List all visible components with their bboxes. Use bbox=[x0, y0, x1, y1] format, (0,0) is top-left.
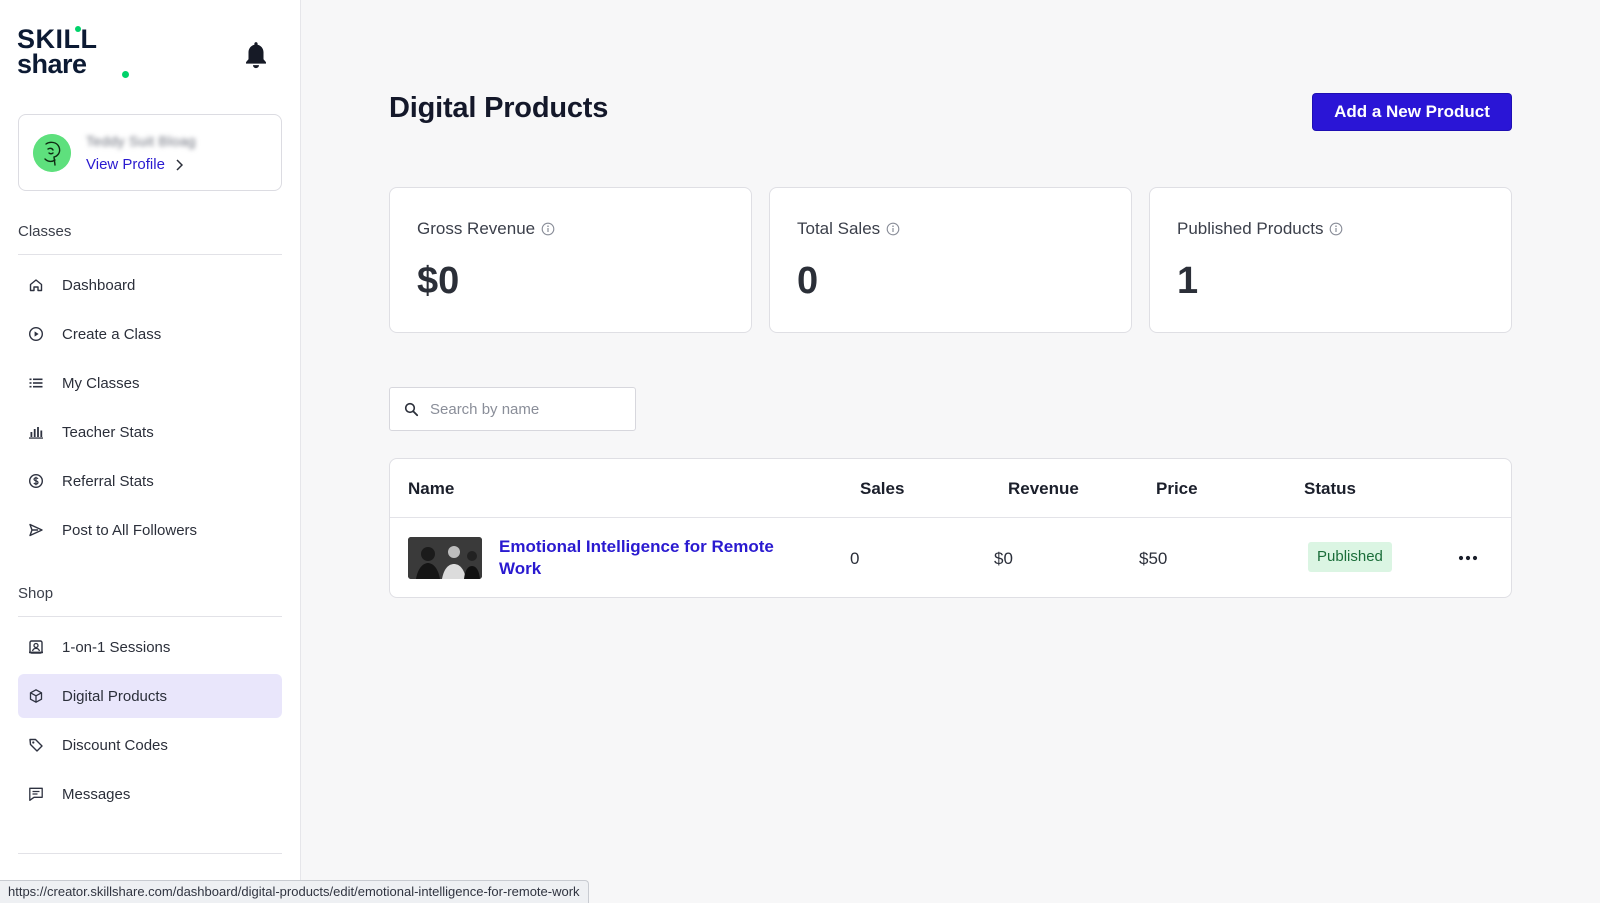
sidebar-item-post-to-followers[interactable]: Post to All Followers bbox=[18, 508, 282, 552]
sidebar-item-discount-codes[interactable]: Discount Codes bbox=[18, 723, 282, 767]
search-input[interactable] bbox=[430, 400, 620, 418]
sidebar-item-label: Dashboard bbox=[62, 276, 136, 294]
logo-accent-dot bbox=[75, 26, 81, 32]
message-icon bbox=[27, 785, 45, 803]
bar-chart-icon bbox=[27, 423, 45, 441]
sidebar-item-label: Digital Products bbox=[62, 687, 168, 705]
view-profile-label: View Profile bbox=[86, 156, 165, 173]
search-box[interactable] bbox=[389, 387, 636, 431]
sidebar-item-messages[interactable]: Messages bbox=[18, 772, 282, 816]
dollar-circle-icon bbox=[27, 472, 45, 490]
stat-card-published-products: Published Products 1 bbox=[1149, 187, 1512, 333]
product-thumbnail[interactable] bbox=[408, 537, 482, 579]
sidebar-item-label: Messages bbox=[62, 785, 131, 803]
sidebar-item-label: Create a Class bbox=[62, 325, 162, 343]
sidebar-item-label: My Classes bbox=[62, 374, 140, 392]
sidebar-item-my-classes[interactable]: My Classes bbox=[18, 361, 282, 405]
notifications-bell-icon[interactable] bbox=[243, 40, 271, 72]
sidebar-item-label: Post to All Followers bbox=[62, 521, 198, 539]
sidebar-item-create-class[interactable]: Create a Class bbox=[18, 312, 282, 356]
stat-card-total-sales: Total Sales 0 bbox=[769, 187, 1132, 333]
stat-label: Published Products bbox=[1177, 219, 1324, 238]
sidebar-item-digital-products[interactable]: Digital Products bbox=[18, 674, 282, 718]
section-divider bbox=[18, 616, 282, 617]
info-icon[interactable] bbox=[541, 222, 555, 236]
profile-name: Teddy Suit Bloag bbox=[86, 133, 196, 149]
add-new-product-button[interactable]: Add a New Product bbox=[1313, 94, 1511, 130]
send-icon bbox=[27, 521, 45, 539]
stat-card-gross-revenue: Gross Revenue $0 bbox=[389, 187, 752, 333]
column-header-revenue[interactable]: Revenue bbox=[1008, 479, 1079, 499]
avatar[interactable] bbox=[33, 134, 71, 172]
cell-sales: 0 bbox=[850, 549, 860, 568]
search-icon bbox=[404, 402, 419, 416]
product-title-link[interactable]: Emotional Intelligence for Remote Work bbox=[499, 536, 809, 580]
tag-icon bbox=[27, 736, 45, 754]
products-table: Name Sales Revenue Price Status Emotiona… bbox=[389, 458, 1512, 598]
stat-value: 0 bbox=[797, 260, 819, 302]
status-bar-url: https://creator.skillshare.com/dashboard… bbox=[0, 880, 589, 903]
chevron-right-icon bbox=[176, 158, 183, 171]
play-circle-icon bbox=[27, 325, 45, 343]
section-divider bbox=[18, 853, 282, 854]
more-options-icon[interactable] bbox=[1456, 546, 1480, 570]
stat-value: $0 bbox=[417, 260, 460, 302]
list-icon bbox=[27, 374, 45, 392]
sidebar-item-label: 1-on-1 Sessions bbox=[62, 638, 171, 656]
box-icon bbox=[27, 687, 45, 705]
column-header-status[interactable]: Status bbox=[1304, 479, 1356, 499]
cell-price: $50 bbox=[1139, 549, 1168, 568]
sidebar-item-dashboard[interactable]: Dashboard bbox=[18, 263, 282, 307]
column-header-name[interactable]: Name bbox=[408, 479, 454, 499]
main-content: Digital Products Add a New Product Gross… bbox=[302, 0, 1600, 903]
page-title: Digital Products bbox=[389, 92, 609, 124]
skillshare-logo[interactable]: SKILL share bbox=[17, 26, 129, 83]
stat-value: 1 bbox=[1177, 260, 1199, 302]
stat-label: Gross Revenue bbox=[417, 219, 536, 238]
table-row[interactable]: Emotional Intelligence for Remote Work 0… bbox=[390, 518, 1511, 597]
person-card-icon bbox=[27, 638, 45, 656]
column-header-sales[interactable]: Sales bbox=[860, 479, 904, 499]
cell-revenue: $0 bbox=[994, 549, 1013, 568]
sidebar-item-referral-stats[interactable]: Referral Stats bbox=[18, 459, 282, 503]
sidebar-item-1on1-sessions[interactable]: 1-on-1 Sessions bbox=[18, 625, 282, 669]
view-profile-link[interactable]: View Profile bbox=[86, 156, 183, 173]
logo-period-dot bbox=[122, 71, 129, 78]
logo-text-bottom: share bbox=[17, 49, 87, 79]
sidebar-item-label: Referral Stats bbox=[62, 472, 154, 490]
sidebar-item-label: Teacher Stats bbox=[62, 423, 154, 441]
status-badge: Published bbox=[1308, 542, 1392, 572]
table-header: Name Sales Revenue Price Status bbox=[390, 459, 1511, 518]
sidebar: SKILL share Teddy Suit Bloag View Profil… bbox=[0, 0, 301, 903]
section-label-shop: Shop bbox=[18, 585, 54, 602]
section-label-classes: Classes bbox=[18, 223, 72, 240]
profile-card[interactable]: Teddy Suit Bloag View Profile bbox=[18, 114, 282, 191]
sidebar-item-label: Discount Codes bbox=[62, 736, 168, 754]
stat-label: Total Sales bbox=[797, 219, 881, 238]
app-window: SKILL share Teddy Suit Bloag View Profil… bbox=[0, 0, 1600, 903]
info-icon[interactable] bbox=[1329, 222, 1343, 236]
info-icon[interactable] bbox=[886, 222, 900, 236]
home-icon bbox=[27, 276, 45, 294]
section-divider bbox=[18, 254, 282, 255]
sidebar-item-teacher-stats[interactable]: Teacher Stats bbox=[18, 410, 282, 454]
column-header-price[interactable]: Price bbox=[1156, 479, 1198, 499]
